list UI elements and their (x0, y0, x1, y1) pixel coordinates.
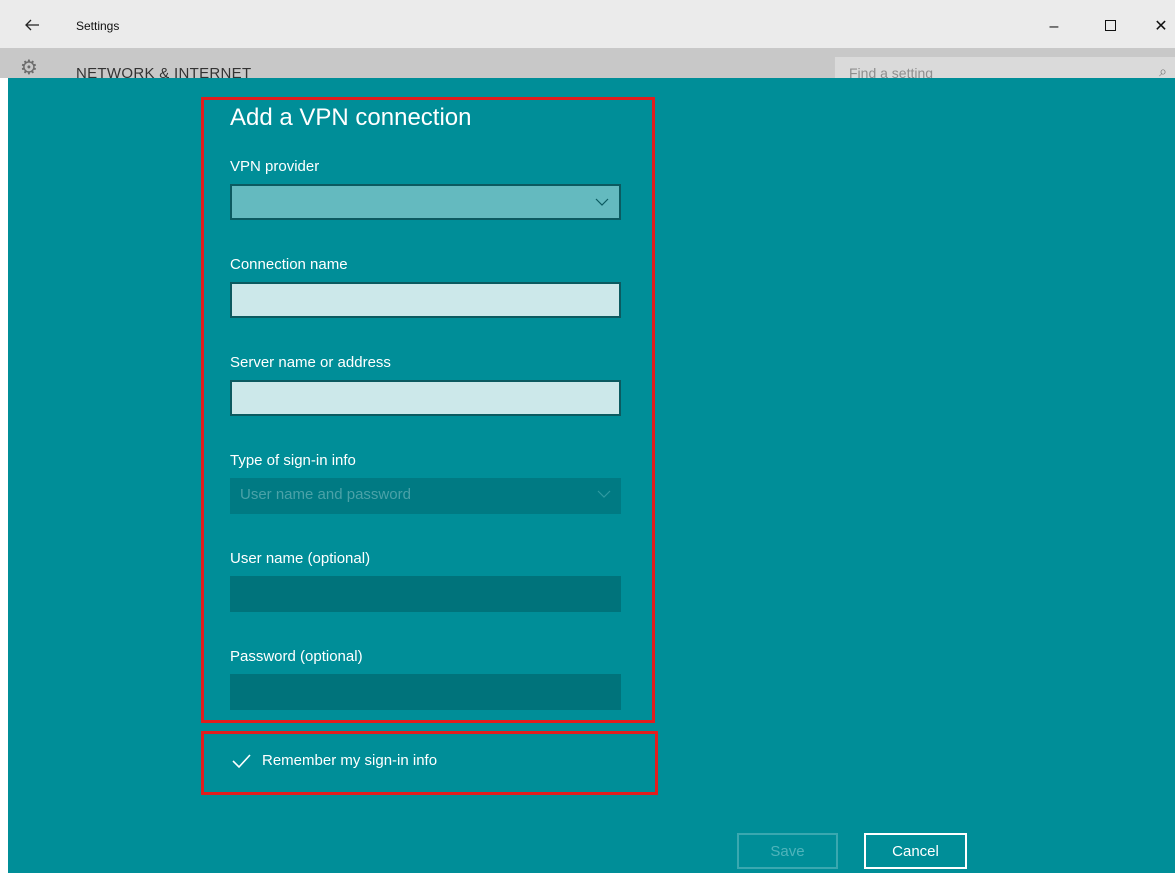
dialog-title: Add a VPN connection (230, 104, 472, 131)
cancel-button[interactable]: Cancel (864, 833, 967, 869)
back-arrow-icon[interactable] (24, 17, 54, 37)
search-icon: ⌕ (1159, 63, 1167, 78)
minimize-button[interactable]: – (1039, 14, 1069, 40)
server-address-input[interactable] (230, 380, 621, 416)
gear-icon: ⚙ (20, 57, 38, 78)
chevron-down-icon (595, 198, 609, 206)
search-box: Find a setting ⌕ (834, 57, 1175, 78)
vpn-provider-label: VPN provider (230, 158, 320, 175)
checkmark-icon[interactable] (230, 750, 252, 772)
signin-type-label: Type of sign-in info (230, 452, 356, 469)
window-title: Settings (76, 19, 120, 33)
password-label: Password (optional) (230, 648, 363, 665)
maximize-icon (1104, 19, 1116, 31)
background-settings-header: ⚙ NETWORK & INTERNET Find a setting ⌕ (0, 48, 1175, 78)
search-placeholder: Find a setting (849, 65, 934, 78)
connection-name-input[interactable] (230, 282, 621, 318)
vpn-dialog: Add a VPN connection VPN provider Connec… (8, 78, 1175, 873)
section-title: NETWORK & INTERNET (76, 65, 252, 78)
password-input[interactable] (230, 674, 621, 710)
maximize-button[interactable] (1095, 14, 1125, 40)
vpn-provider-dropdown[interactable] (230, 184, 621, 220)
remember-signin-label: Remember my sign-in info (262, 752, 438, 769)
signin-type-value: User name and password (240, 486, 411, 503)
connection-name-label: Connection name (230, 256, 348, 273)
server-label: Server name or address (230, 354, 391, 371)
title-bar: Settings – ✕ (0, 0, 1175, 48)
save-button[interactable]: Save (737, 833, 838, 869)
arrow-left-icon (25, 19, 39, 31)
chevron-down-icon (597, 490, 611, 498)
signin-type-dropdown[interactable]: User name and password (230, 478, 621, 514)
username-label: User name (optional) (230, 550, 371, 567)
username-input[interactable] (230, 576, 621, 612)
close-button[interactable]: ✕ (1146, 14, 1175, 40)
